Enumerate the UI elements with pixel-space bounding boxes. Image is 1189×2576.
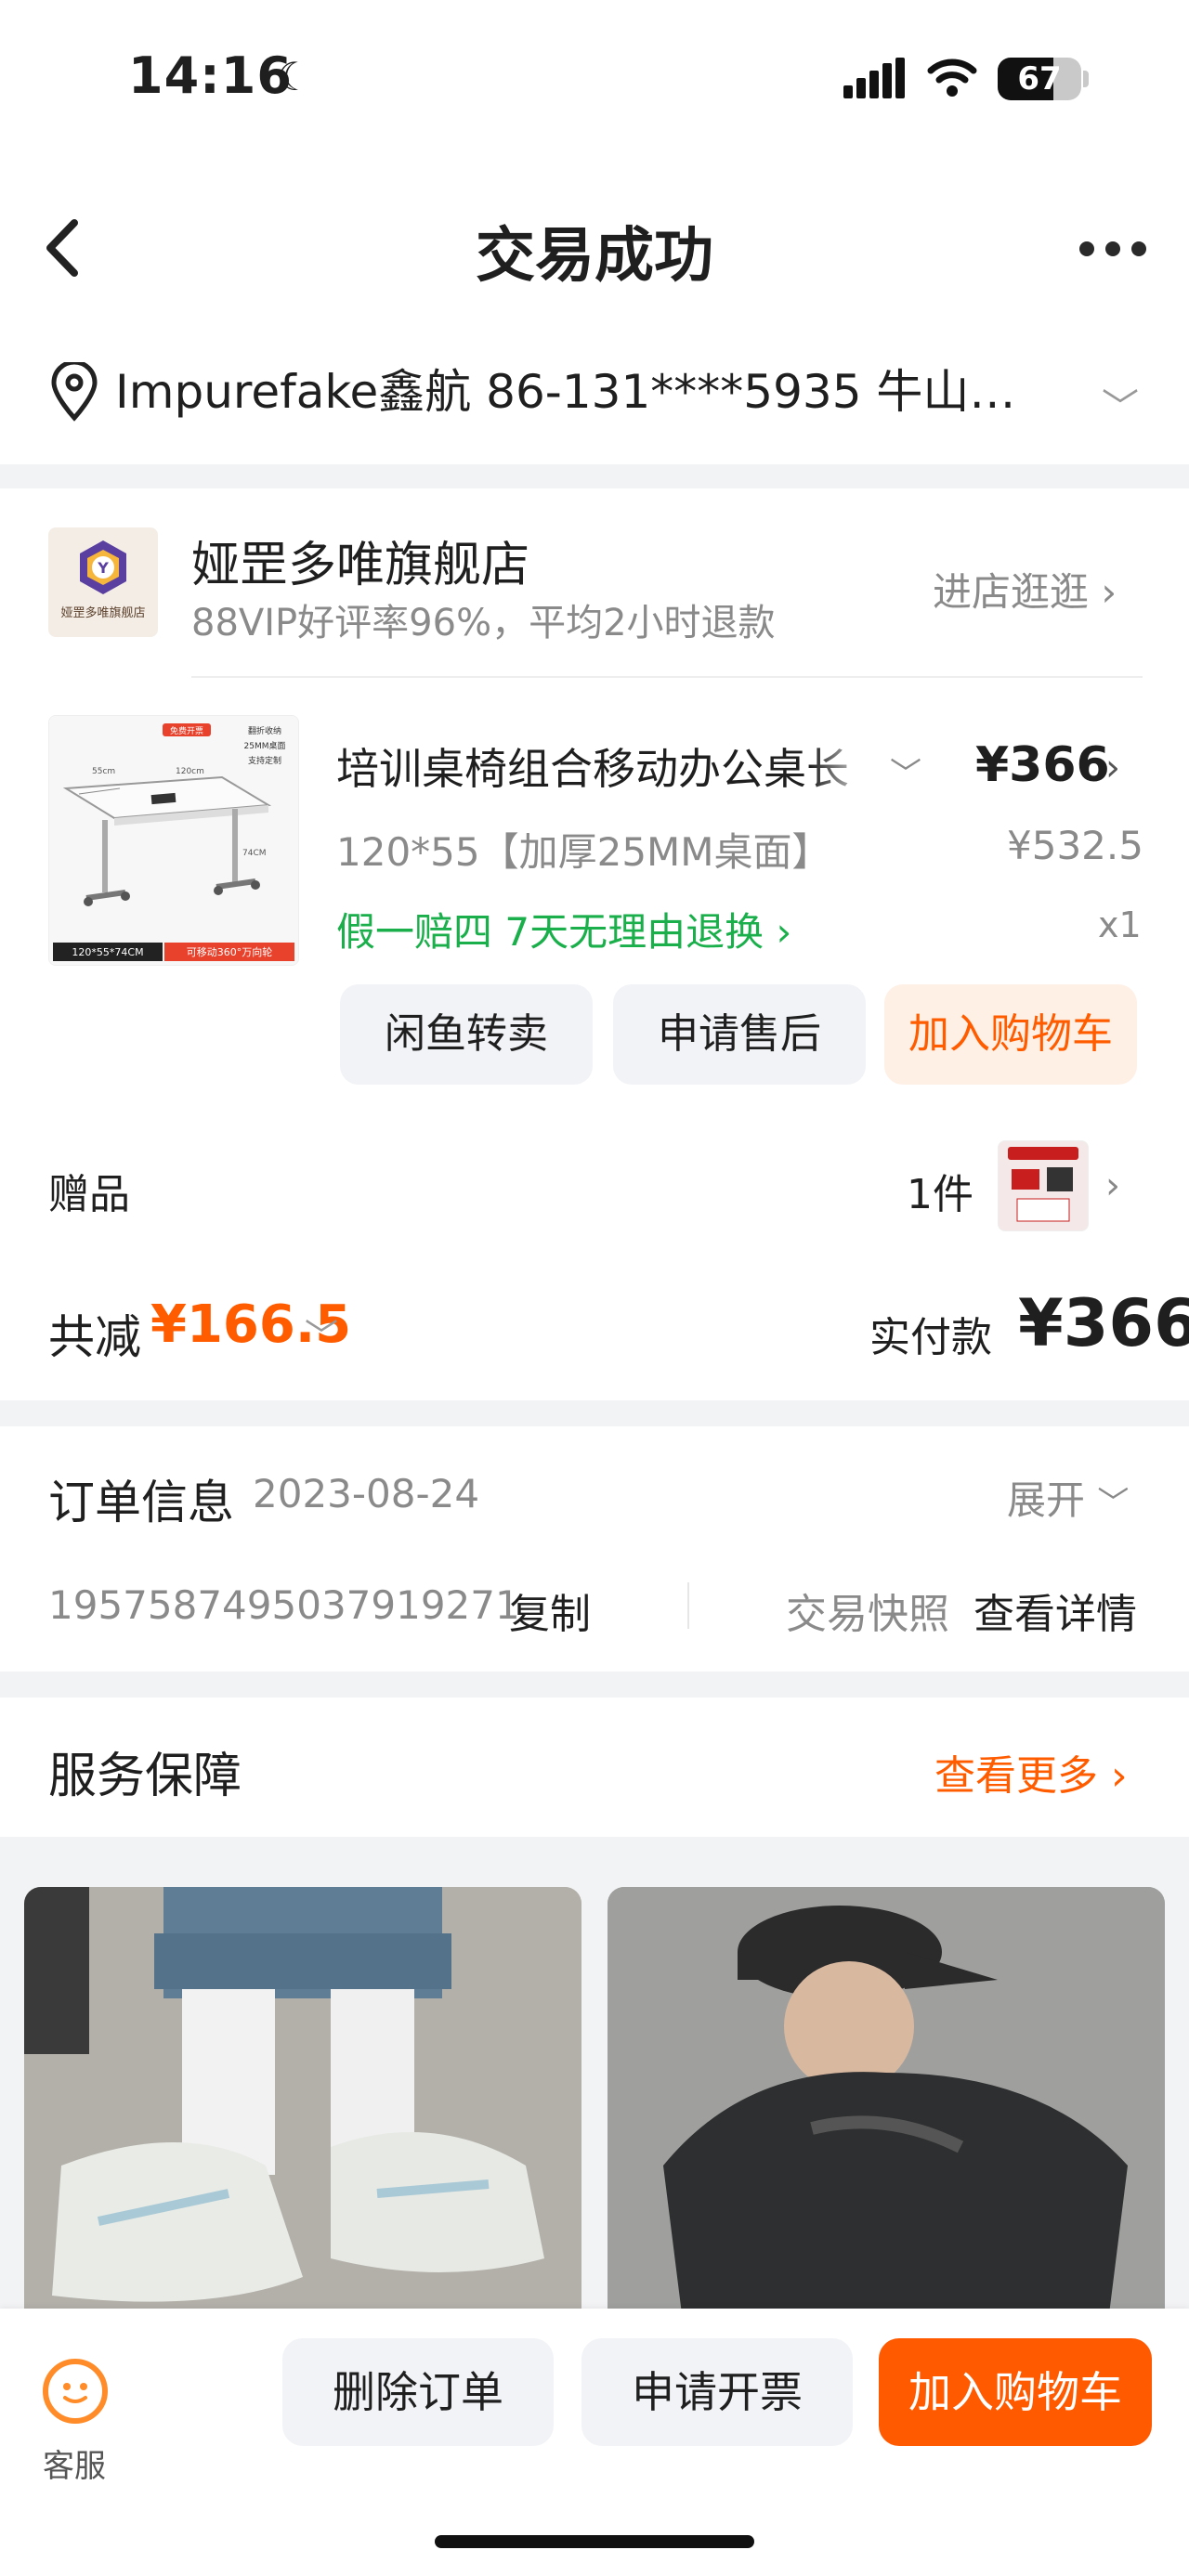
svg-text:Y: Y <box>97 559 109 577</box>
svg-text:免费开票: 免费开票 <box>170 725 203 736</box>
svg-text:支持定制: 支持定制 <box>248 755 281 766</box>
title-fade <box>810 735 875 791</box>
order-date: 2023-08-24 <box>253 1471 480 1516</box>
paid-value: ¥366 <box>1018 1285 1189 1361</box>
svg-text:25MM桌面: 25MM桌面 <box>244 740 286 751</box>
chevron-down-icon[interactable]: ﹀ <box>890 748 921 794</box>
expand-button[interactable]: 展开 ﹀ <box>1007 1469 1129 1526</box>
recommendation-card-sneakers[interactable] <box>24 1887 581 2314</box>
view-more-label: 查看更多 <box>934 1752 1098 1800</box>
svg-text:可移动360°万向轮: 可移动360°万向轮 <box>187 945 273 958</box>
home-indicator <box>435 2535 754 2548</box>
divider <box>687 1582 689 1629</box>
cellular-signal-icon <box>843 58 905 98</box>
svg-text:120cm: 120cm <box>176 767 204 776</box>
quantity: x1 <box>1098 904 1142 945</box>
product-title[interactable]: 培训桌椅组合移动办公桌长 <box>336 735 856 797</box>
customer-service-icon[interactable] <box>43 2359 108 2424</box>
order-number: 1957587495037919271 <box>48 1582 520 1628</box>
divider <box>191 676 1143 678</box>
gift-thumbnail[interactable] <box>998 1140 1089 1231</box>
store-logo[interactable]: Y 娅罡多唯旗舰店 <box>48 527 158 637</box>
discount-label: 共减 <box>48 1310 141 1364</box>
gift-count[interactable]: 1件 <box>907 1161 973 1220</box>
visit-store-label: 进店逛逛 <box>933 569 1090 615</box>
add-to-cart-button-bottom[interactable]: 加入购物车 <box>879 2338 1152 2446</box>
product-price: ¥366 <box>975 737 1110 793</box>
recommendation-card-tshirt[interactable] <box>608 1887 1165 2314</box>
resell-button[interactable]: 闲鱼转卖 <box>340 984 593 1085</box>
chevron-down-icon: ﹀ <box>1097 1485 1130 1522</box>
chevron-right-icon: › <box>1111 1752 1128 1800</box>
request-invoice-button[interactable]: 申请开票 <box>581 2338 853 2446</box>
chevron-right-icon[interactable]: › <box>1105 747 1120 789</box>
view-details-link[interactable]: 查看详情 <box>973 1581 1137 1640</box>
snapshot-link[interactable]: 交易快照 <box>786 1581 949 1640</box>
expand-label: 展开 <box>1007 1477 1086 1523</box>
copy-button[interactable]: 复制 <box>509 1581 591 1640</box>
visit-store-link[interactable]: 进店逛逛 › <box>933 561 1117 618</box>
store-name[interactable]: 娅罡多唯旗舰店 <box>191 526 529 595</box>
shipping-address: Impurefake鑫航 86-131****5935 牛山堑... <box>115 365 1053 419</box>
delete-order-button[interactable]: 删除订单 <box>282 2338 554 2446</box>
product-spec: 120*55【加厚25MM桌面】 <box>336 829 831 875</box>
battery-tip <box>1083 71 1089 87</box>
battery-level: 67 <box>1017 60 1062 98</box>
chevron-right-icon: › <box>1101 569 1117 615</box>
chevron-right-icon: › <box>776 909 792 955</box>
view-more-link[interactable]: 查看更多 › <box>934 1742 1128 1802</box>
service-promise-link[interactable]: 假一赔四 7天无理由退换 › <box>336 901 791 957</box>
svg-text:翻折收纳: 翻折收纳 <box>248 725 281 736</box>
battery-icon: 67 <box>998 58 1081 100</box>
order-info-title: 订单信息 <box>48 1476 234 1529</box>
chevron-down-icon[interactable]: ﹀ <box>1102 377 1139 431</box>
chevron-right-icon[interactable]: › <box>1105 1164 1120 1207</box>
svg-text:娅罡多唯旗舰店: 娅罡多唯旗舰店 <box>60 605 145 620</box>
svg-text:55cm: 55cm <box>92 767 115 776</box>
chevron-down-icon[interactable]: ﹀ <box>305 1309 338 1358</box>
svg-text:74CM: 74CM <box>242 849 267 858</box>
moon-icon: ☾ <box>277 54 312 99</box>
original-price: ¥532.5 <box>1007 823 1143 868</box>
paid-label: 实付款 <box>869 1314 992 1361</box>
service-promise-label: 假一赔四 7天无理由退换 <box>336 909 764 955</box>
location-pin-icon <box>48 359 100 422</box>
wifi-icon <box>927 54 977 98</box>
service-title: 服务保障 <box>48 1749 242 1804</box>
customer-service-label[interactable]: 客服 <box>43 2440 106 2486</box>
after-sale-button[interactable]: 申请售后 <box>613 984 866 1085</box>
product-image[interactable]: 免费开票 翻折收纳 25MM桌面 支持定制 55cm 120cm 74CM 12… <box>48 715 299 966</box>
add-to-cart-button[interactable]: 加入购物车 <box>884 984 1137 1085</box>
gift-label: 赠品 <box>48 1171 130 1218</box>
page-title: 交易成功 <box>476 222 713 291</box>
more-options-icon[interactable] <box>1076 230 1150 267</box>
store-rating: 88VIP好评率96%，平均2小时退款 <box>191 602 776 644</box>
svg-text:120*55*74CM: 120*55*74CM <box>72 946 143 958</box>
status-time: 14:16 <box>128 46 293 105</box>
